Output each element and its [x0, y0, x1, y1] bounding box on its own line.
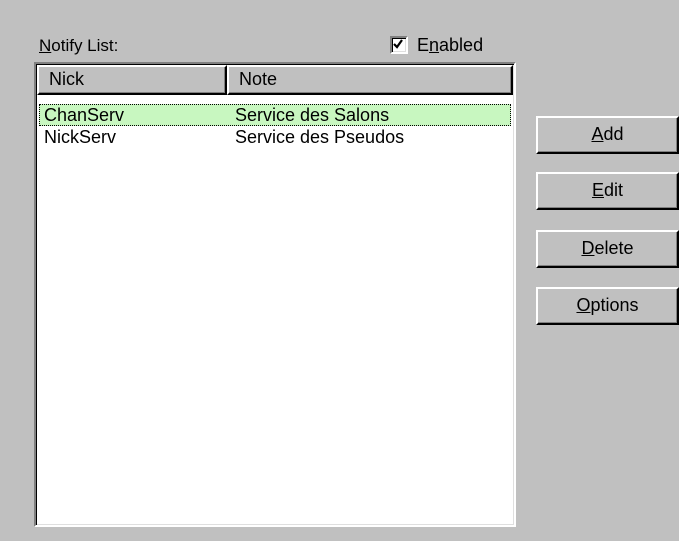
checkmark-icon	[393, 39, 403, 49]
notify-list-label-text: otify List:	[51, 36, 119, 55]
list-row-nickserv[interactable]: NickServ Service des Pseudos	[39, 126, 511, 148]
delete-button-label: elete	[594, 238, 634, 258]
notify-listview[interactable]: Nick Note ChanServ Service des Salons Ni…	[34, 62, 516, 527]
delete-button-mnemonic: D	[581, 238, 595, 258]
enabled-label-post: abled	[439, 35, 484, 55]
enabled-checkbox-box[interactable]	[390, 36, 408, 54]
enabled-label: Enabled	[417, 33, 483, 57]
list-cell-note: Service des Salons	[235, 105, 390, 125]
column-header-nick[interactable]: Nick	[37, 65, 227, 95]
column-header-note[interactable]: Note	[227, 65, 513, 95]
list-cell-note: Service des Pseudos	[235, 127, 405, 147]
enabled-label-mnemonic: n	[429, 35, 440, 55]
options-button-label: ptions	[590, 295, 639, 315]
enabled-checkbox[interactable]: Enabled	[390, 33, 483, 57]
notify-list-label: Notify List:	[39, 35, 118, 57]
add-button-label: dd	[603, 124, 624, 144]
notify-list-label-mnemonic: N	[39, 36, 52, 55]
enabled-label-pre: E	[417, 35, 430, 55]
add-button-mnemonic: A	[591, 124, 604, 144]
options-button-mnemonic: O	[576, 295, 591, 315]
add-button[interactable]: Add	[536, 116, 679, 154]
edit-button[interactable]: Edit	[536, 172, 679, 210]
options-button[interactable]: Options	[536, 287, 679, 325]
list-cell-nick: ChanServ	[44, 105, 125, 125]
delete-button[interactable]: Delete	[536, 230, 679, 268]
list-cell-nick: NickServ	[44, 127, 117, 147]
edit-button-mnemonic: E	[591, 180, 604, 200]
list-row-chanserv[interactable]: ChanServ Service des Salons	[39, 104, 511, 126]
edit-button-label: dit	[604, 180, 624, 200]
listview-header: Nick Note	[37, 65, 513, 95]
listview-rows: ChanServ Service des Salons NickServ Ser…	[39, 104, 511, 148]
